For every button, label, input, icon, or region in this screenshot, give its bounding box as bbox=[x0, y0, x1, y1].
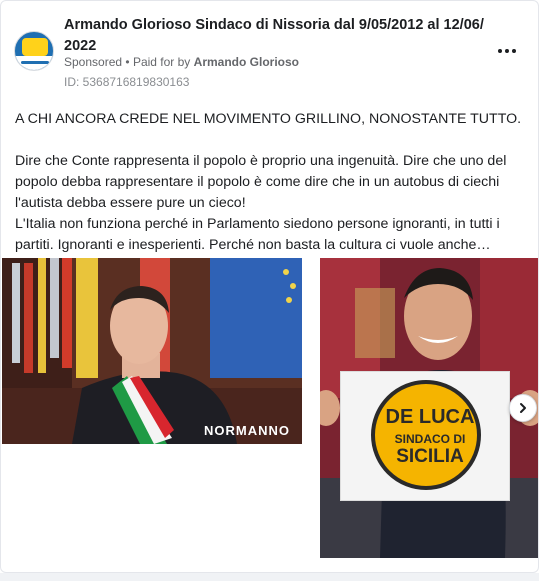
more-dot bbox=[512, 49, 516, 53]
sponsored-meta: Sponsored • Paid for by Armando Glorioso bbox=[64, 54, 299, 70]
campaign-sign: DE LUCA SINDACO DI SICILIA bbox=[340, 371, 510, 501]
campaign-logo: DE LUCA SINDACO DI SICILIA bbox=[371, 380, 481, 490]
advertiser-name[interactable]: Armando Glorioso Sindaco di Nissoria dal… bbox=[64, 15, 484, 57]
feed-background bbox=[0, 573, 539, 581]
avatar-logo-band bbox=[15, 56, 53, 70]
carousel-next-button[interactable] bbox=[509, 394, 537, 422]
avatar-logo-sun bbox=[22, 38, 48, 56]
carousel-image-1[interactable]: NORMANNO bbox=[2, 258, 302, 444]
sign-line-1: DE LUCA bbox=[385, 406, 475, 428]
post-paragraph-1: Dire che Conte rappresenta il popolo è p… bbox=[15, 153, 507, 211]
ad-card: Armando Glorioso Sindaco di Nissoria dal… bbox=[0, 0, 539, 573]
sign-line-2: SINDACO DI bbox=[394, 432, 466, 446]
ad-id: ID: 5368716819830163 bbox=[64, 75, 190, 89]
carousel-image-2[interactable]: DE LUCA SINDACO DI SICILIA bbox=[320, 258, 538, 558]
post-text: A CHI ANCORA CREDE NEL MOVIMENTO GRILLIN… bbox=[15, 109, 527, 256]
more-options-button[interactable] bbox=[493, 39, 521, 63]
sponsored-label: Sponsored bbox=[64, 55, 123, 69]
image-carousel: NORMANNO DE LUCA SINDACO DI SICILIA bbox=[1, 258, 538, 558]
sign-line-3: SICILIA bbox=[396, 446, 464, 467]
meta-separator: • bbox=[125, 55, 130, 69]
chevron-right-icon bbox=[520, 403, 526, 413]
paid-for-prefix: Paid for by bbox=[132, 55, 191, 69]
more-dot bbox=[505, 49, 509, 53]
advertiser-avatar[interactable] bbox=[14, 31, 54, 71]
more-horizontal-icon bbox=[498, 49, 502, 53]
image-watermark: NORMANNO bbox=[204, 423, 290, 438]
post-paragraph-2: L'Italia non funziona perché in Parlamen… bbox=[15, 216, 500, 253]
post-headline: A CHI ANCORA CREDE NEL MOVIMENTO GRILLIN… bbox=[15, 111, 522, 127]
paid-for-name: Armando Glorioso bbox=[193, 55, 299, 69]
mayor-photo bbox=[2, 258, 302, 444]
